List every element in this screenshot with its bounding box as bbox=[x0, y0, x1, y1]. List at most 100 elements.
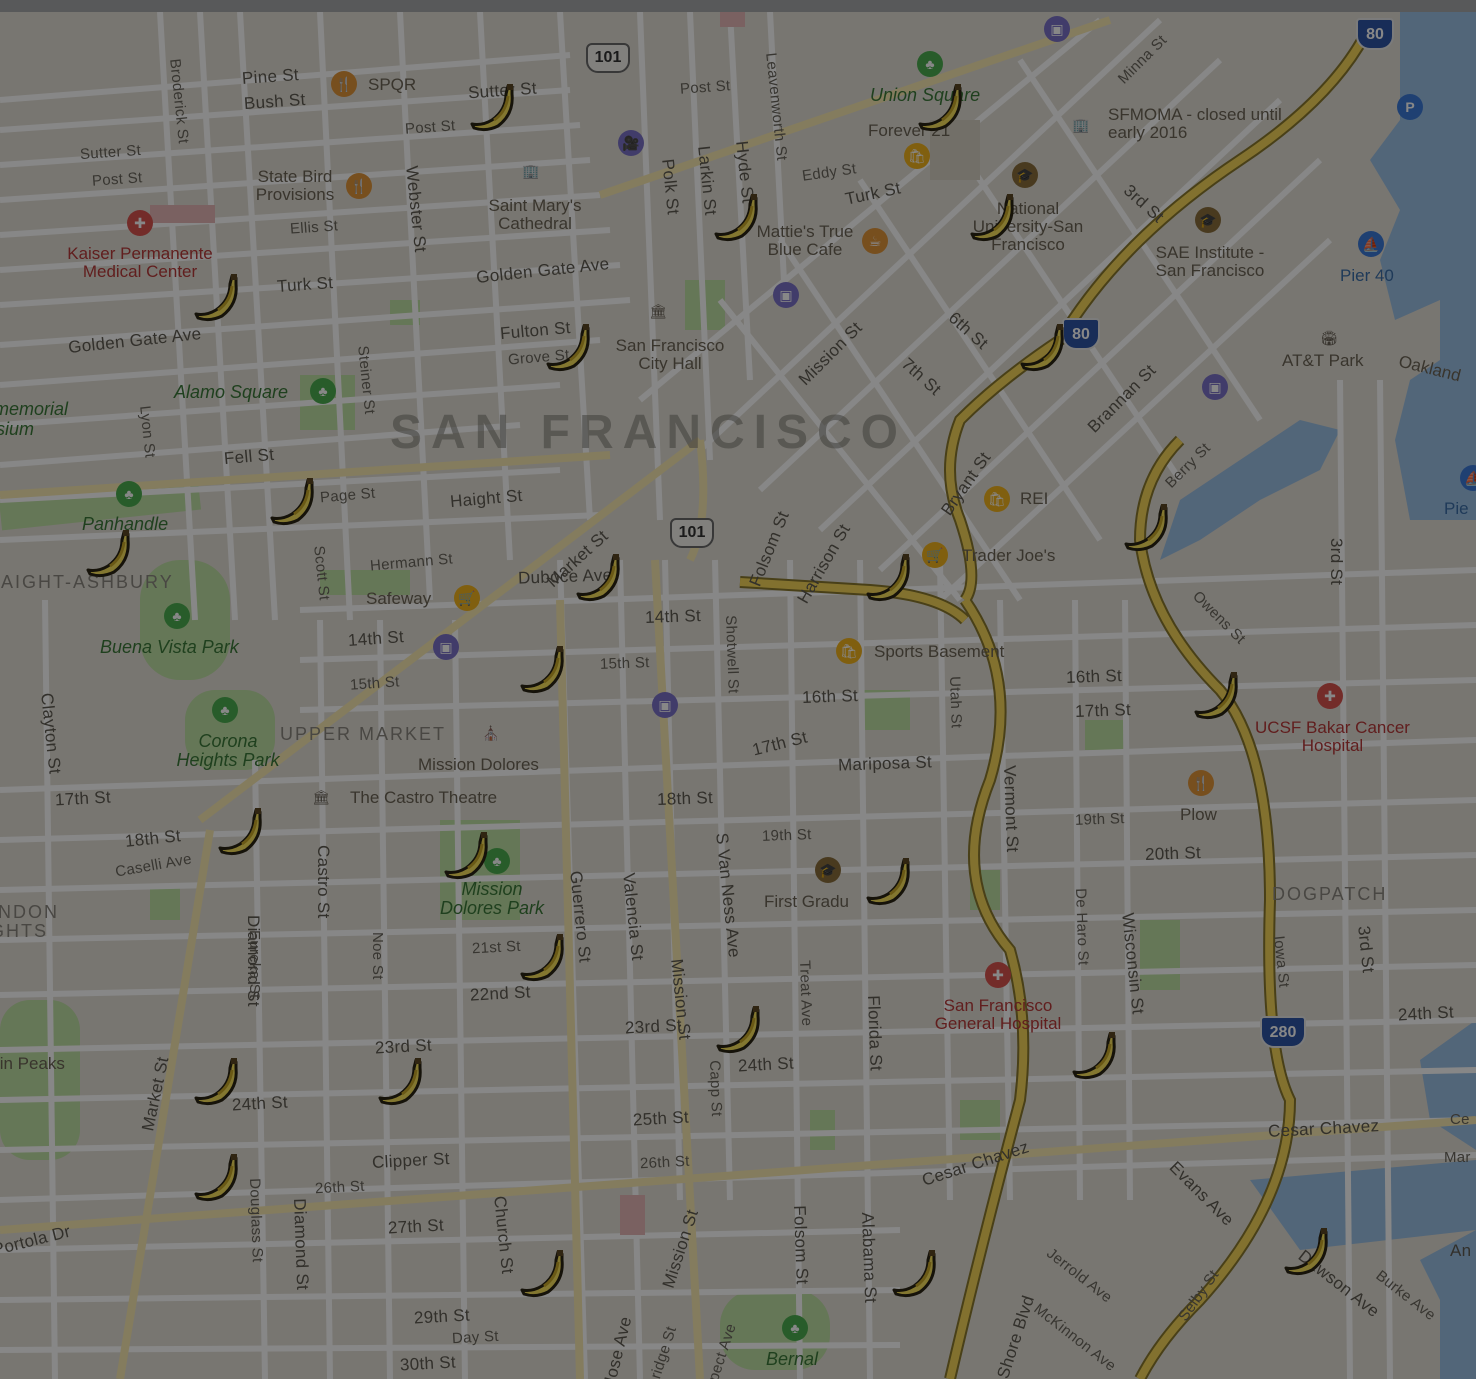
restaurant-pin-icon[interactable]: 🍴 bbox=[346, 173, 372, 199]
cafe-pin-icon[interactable]: ☕ bbox=[862, 228, 888, 254]
shopping-pin-icon[interactable]: 🛍 bbox=[836, 638, 862, 664]
education-pin-icon[interactable]: 🎓 bbox=[1195, 207, 1221, 233]
poi-label[interactable]: Pier 40 bbox=[1340, 267, 1394, 285]
banana-marker-icon[interactable] bbox=[712, 192, 764, 244]
shopping-pin-icon[interactable]: 🛍 bbox=[984, 486, 1010, 512]
poi-label[interactable]: SPQR bbox=[368, 76, 416, 94]
park-pin-icon[interactable]: ♣ bbox=[212, 697, 238, 723]
street-label: Turk St bbox=[276, 273, 334, 296]
hospital-pin-icon[interactable]: ✚ bbox=[1317, 683, 1343, 709]
landmark-icon[interactable]: ⛪ bbox=[478, 720, 504, 746]
restaurant-pin-icon[interactable]: 🍴 bbox=[1188, 770, 1214, 796]
banana-marker-icon[interactable] bbox=[968, 192, 1020, 244]
landmark-icon[interactable]: 🏛 bbox=[645, 298, 671, 324]
banana-marker-icon[interactable] bbox=[442, 830, 494, 882]
park-label[interactable]: Corona Heights Park bbox=[168, 732, 288, 770]
poi-label[interactable]: SAE Institute - San Francisco bbox=[1140, 244, 1280, 280]
banana-marker-icon[interactable] bbox=[1122, 502, 1174, 554]
transit-pin-icon[interactable]: ▣ bbox=[773, 282, 799, 308]
ferry-pin-icon[interactable]: ⛵ bbox=[1358, 231, 1384, 257]
transit-pin-icon[interactable]: ▣ bbox=[1044, 16, 1070, 42]
park-pin-icon[interactable]: ♣ bbox=[164, 603, 190, 629]
banana-marker-icon[interactable] bbox=[192, 1152, 244, 1204]
banana-marker-icon[interactable] bbox=[268, 476, 320, 528]
street-label: 17th St bbox=[54, 787, 112, 810]
poi-label[interactable]: Safeway bbox=[366, 590, 431, 608]
poi-label[interactable]: Sports Basement bbox=[874, 643, 1004, 661]
restaurant-pin-icon[interactable]: 🍴 bbox=[331, 71, 357, 97]
hospital-label[interactable]: UCSF Bakar Cancer Hospital bbox=[1255, 719, 1410, 755]
poi-label[interactable]: Trader Joe's bbox=[962, 547, 1055, 565]
map-canvas[interactable]: SAN FRANCISCO Pine St Bush St Sutter St … bbox=[0, 0, 1476, 1379]
park-label[interactable]: Mission Dolores Park bbox=[432, 880, 552, 918]
park-pin-icon[interactable]: ♣ bbox=[310, 378, 336, 404]
banana-marker-icon[interactable] bbox=[376, 1056, 428, 1108]
neighborhood-label: NDON bbox=[0, 902, 59, 922]
banana-marker-icon[interactable] bbox=[544, 322, 596, 374]
banana-marker-icon[interactable] bbox=[468, 82, 520, 134]
banana-marker-icon[interactable] bbox=[890, 1248, 942, 1300]
street-label: Diamond St bbox=[290, 1197, 313, 1291]
street-label: 20th St bbox=[1144, 843, 1202, 864]
landmark-icon[interactable]: 🏛 bbox=[308, 784, 334, 810]
park-pin-icon[interactable]: ♣ bbox=[917, 51, 943, 77]
transit-pin-icon[interactable]: ▣ bbox=[1202, 374, 1228, 400]
banana-marker-icon[interactable] bbox=[518, 932, 570, 984]
parking-pin-icon[interactable]: P bbox=[1397, 94, 1423, 120]
banana-marker-icon[interactable] bbox=[84, 528, 136, 580]
poi-label[interactable]: AT&T Park bbox=[1282, 352, 1364, 370]
poi-label[interactable]: The Castro Theatre bbox=[350, 789, 497, 807]
street-label: Day St bbox=[451, 1327, 500, 1348]
park-label[interactable]: Alamo Square bbox=[174, 383, 288, 402]
poi-label[interactable]: State Bird Provisions bbox=[240, 168, 350, 204]
education-pin-icon[interactable]: 🎓 bbox=[1012, 162, 1038, 188]
banana-marker-icon[interactable] bbox=[714, 1004, 766, 1056]
banana-marker-icon[interactable] bbox=[574, 552, 626, 604]
landmark-icon[interactable]: 🏢 bbox=[518, 158, 544, 184]
street-label: 19th St bbox=[1074, 810, 1125, 829]
banana-marker-icon[interactable] bbox=[1282, 1226, 1334, 1278]
education-pin-icon[interactable]: 🎓 bbox=[815, 857, 841, 883]
street-label: Post St bbox=[679, 77, 731, 98]
i80-shield: 80 bbox=[1356, 18, 1394, 50]
poi-label[interactable]: REI bbox=[1020, 490, 1048, 508]
poi-label[interactable]: First Gradu bbox=[764, 893, 849, 911]
top-bar bbox=[0, 0, 1476, 12]
banana-marker-icon[interactable] bbox=[1018, 322, 1070, 374]
poi-label[interactable]: Plow bbox=[1180, 806, 1217, 824]
shopping-pin-icon[interactable]: 🛒 bbox=[454, 585, 480, 611]
banana-marker-icon[interactable] bbox=[518, 1248, 570, 1300]
us101-shield: 101 bbox=[670, 518, 714, 548]
poi-label[interactable]: Twin Peaks bbox=[0, 1055, 65, 1073]
banana-marker-icon[interactable] bbox=[916, 82, 968, 134]
theater-pin-icon[interactable]: 🎥 bbox=[618, 130, 644, 156]
banana-marker-icon[interactable] bbox=[1192, 670, 1244, 722]
shopping-pin-icon[interactable]: 🛍 bbox=[904, 143, 930, 169]
park-label[interactable]: Bernal bbox=[766, 1350, 818, 1369]
poi-label[interactable]: Mission Dolores bbox=[418, 756, 539, 774]
poi-label[interactable]: Pie bbox=[1444, 500, 1469, 518]
landmark-icon[interactable]: 🏟 bbox=[1316, 325, 1342, 351]
landmark-icon[interactable]: 🏢 bbox=[1068, 112, 1094, 138]
park-pin-icon[interactable]: ♣ bbox=[116, 481, 142, 507]
shopping-pin-icon[interactable]: 🛒 bbox=[922, 542, 948, 568]
banana-marker-icon[interactable] bbox=[216, 806, 268, 858]
banana-marker-icon[interactable] bbox=[1070, 1030, 1122, 1082]
hospital-label[interactable]: San Francisco General Hospital bbox=[918, 997, 1078, 1033]
banana-marker-icon[interactable] bbox=[518, 644, 570, 696]
park-pin-icon[interactable]: ♣ bbox=[782, 1315, 808, 1341]
hospital-pin-icon[interactable]: ✚ bbox=[985, 962, 1011, 988]
transit-pin-icon[interactable]: ▣ bbox=[652, 692, 678, 718]
park-label[interactable]: Buena Vista Park bbox=[100, 638, 239, 657]
transit-pin-icon[interactable]: ▣ bbox=[433, 634, 459, 660]
poi-label[interactable]: San Francisco City Hall bbox=[600, 337, 740, 373]
poi-label[interactable]: SFMOMA - closed until early 2016 bbox=[1108, 106, 1288, 142]
us101-shield: 101 bbox=[586, 43, 630, 73]
hospital-pin-icon[interactable]: ✚ bbox=[127, 210, 153, 236]
street-label: Douglass St bbox=[246, 1177, 266, 1263]
banana-marker-icon[interactable] bbox=[864, 856, 916, 908]
poi-label[interactable]: Saint Mary's Cathedral bbox=[470, 197, 600, 233]
banana-marker-icon[interactable] bbox=[192, 1056, 244, 1108]
banana-marker-icon[interactable] bbox=[192, 272, 244, 324]
banana-marker-icon[interactable] bbox=[864, 552, 916, 604]
